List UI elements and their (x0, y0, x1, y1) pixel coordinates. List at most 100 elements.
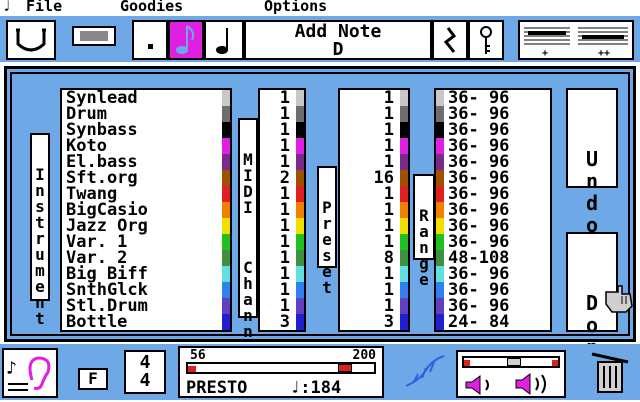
color-swatch (222, 106, 230, 122)
key-signature-value: F (88, 369, 98, 388)
eighth-note-button[interactable] (168, 20, 204, 60)
tempo-slider-min-marker (188, 366, 196, 372)
range-list[interactable]: 36- 96 36- 96 36- 96 36- 96 36- 96 36- 96 36- … (434, 88, 552, 332)
rest-button[interactable] (432, 20, 468, 60)
menu-options[interactable]: Options (264, 0, 327, 14)
quill-icon (405, 355, 445, 387)
color-swatch (296, 218, 304, 234)
color-swatch (400, 250, 408, 266)
svg-text:+: + (542, 48, 548, 58)
instrument-label-text: Instrument (35, 165, 45, 328)
color-swatch (400, 314, 408, 330)
key-signature-button[interactable]: F (78, 368, 108, 390)
speaker-high-icon[interactable] (514, 372, 562, 398)
midi-label-text: MIDI (243, 150, 253, 217)
color-swatch (400, 234, 408, 250)
color-swatch (222, 314, 230, 330)
color-swatch (436, 122, 444, 138)
tempo-min-label: 56 (190, 348, 206, 363)
tempo-value: ♩:184 (290, 378, 342, 398)
time-signature-button[interactable]: 4 4 (124, 350, 166, 394)
svg-text:++: ++ (598, 48, 610, 58)
dot-button[interactable] (132, 20, 168, 60)
color-swatch (296, 170, 304, 186)
color-swatch (436, 170, 444, 186)
instrument-list[interactable]: Synlead Drum Synbass Koto El.bass Sft.org Twan… (60, 88, 232, 332)
color-swatch (436, 218, 444, 234)
color-swatch (222, 250, 230, 266)
color-swatch (296, 138, 304, 154)
undo-button[interactable]: Undo (566, 88, 618, 236)
color-swatch (436, 250, 444, 266)
range-value[interactable]: 24- 84 (448, 314, 509, 331)
preset-values: 1 1 1 1 1 16 1 1 1 1 8 1 1 1 3 (374, 90, 394, 331)
range-color-strip (436, 90, 444, 330)
color-swatch (222, 90, 230, 106)
ear-button[interactable]: ♪ (2, 348, 58, 398)
instrument-names: Synlead Drum Synbass Koto El.bass Sft.org Twan… (66, 90, 148, 331)
color-swatch (222, 186, 230, 202)
quill-button[interactable] (400, 350, 450, 396)
color-swatch (400, 170, 408, 186)
trash-button[interactable] (588, 350, 634, 396)
note-logo-icon[interactable]: ♩ (2, 0, 11, 14)
preset-value[interactable]: 3 (374, 314, 394, 331)
key-icon (480, 26, 492, 54)
key-button[interactable] (468, 20, 504, 60)
svg-text:♪: ♪ (6, 358, 17, 379)
color-swatch (436, 186, 444, 202)
color-swatch (222, 298, 230, 314)
color-swatch (436, 90, 444, 106)
preset-list[interactable]: 1 1 1 1 1 16 1 1 1 1 8 1 1 1 3 (338, 88, 410, 332)
color-swatch (296, 250, 304, 266)
channel-value[interactable]: 3 (280, 314, 290, 331)
color-swatch (400, 106, 408, 122)
color-swatch (222, 218, 230, 234)
trash-icon (591, 352, 629, 393)
staff-icon: + ++ (524, 27, 628, 59)
color-swatch (222, 234, 230, 250)
hand-pointer-icon (605, 285, 633, 313)
color-swatch (436, 154, 444, 170)
quarter-note-icon (216, 28, 228, 54)
face-button[interactable] (6, 20, 56, 60)
channel-list[interactable]: 111112111111113 (258, 88, 306, 332)
color-swatch (400, 298, 408, 314)
dot-icon (148, 44, 153, 49)
color-swatch (222, 138, 230, 154)
range-values: 36- 96 36- 96 36- 96 36- 96 36- 96 36- 96 36- … (448, 90, 509, 331)
color-swatch (222, 154, 230, 170)
color-swatch (436, 138, 444, 154)
color-swatch (436, 234, 444, 250)
add-note-value: D (332, 39, 344, 60)
menu-file[interactable]: File (26, 0, 62, 14)
speaker-low-icon[interactable] (464, 374, 504, 396)
tempo-slider[interactable] (186, 362, 376, 374)
volume-slider-thumb[interactable] (506, 358, 521, 366)
color-swatch (400, 186, 408, 202)
quarter-note-button[interactable] (204, 20, 244, 60)
color-swatch (222, 122, 230, 138)
color-swatch (400, 282, 408, 298)
add-note-display: Add Note D (244, 20, 432, 60)
menu-goodies[interactable]: Goodies (120, 0, 183, 14)
color-swatch (296, 282, 304, 298)
staff-button[interactable]: + ++ (518, 20, 634, 60)
color-swatch (222, 202, 230, 218)
color-swatch (436, 298, 444, 314)
eighth-note-icon (176, 25, 195, 54)
preset-label-text: Preset (322, 198, 332, 297)
face-icon (16, 28, 46, 52)
color-swatch (400, 122, 408, 138)
volume-slider[interactable] (462, 356, 560, 368)
stop-button[interactable] (72, 26, 116, 46)
color-swatch (222, 170, 230, 186)
menu-bar: ♩ File Goodies Options (0, 0, 640, 16)
color-swatch (296, 90, 304, 106)
tempo-max-label: 200 (352, 348, 376, 363)
tempo-slider-thumb[interactable] (337, 364, 352, 372)
color-swatch (296, 266, 304, 282)
instrument-item[interactable]: Bottle (66, 314, 148, 331)
range-label: Range (413, 174, 435, 288)
rest-icon (443, 27, 457, 53)
